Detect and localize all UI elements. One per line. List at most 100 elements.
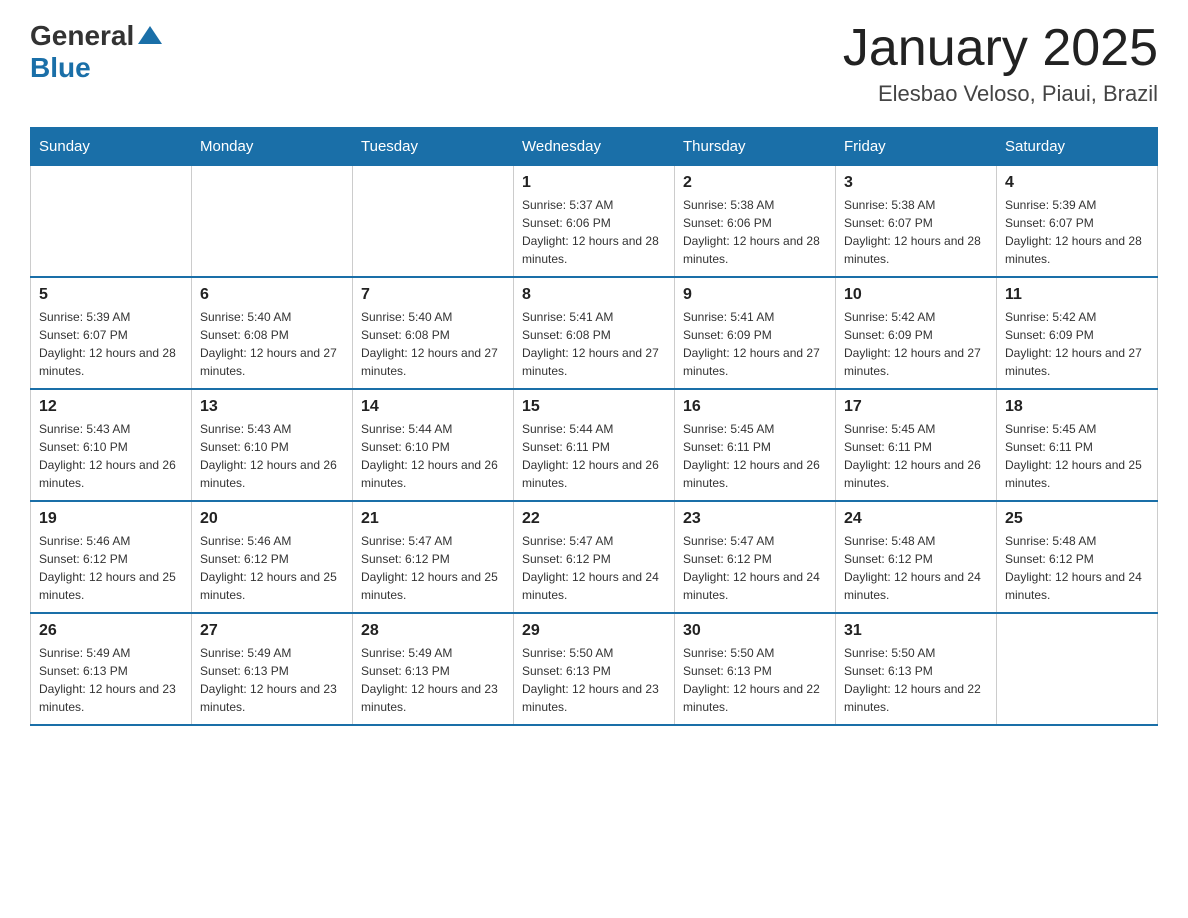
day-info: Sunrise: 5:50 AMSunset: 6:13 PMDaylight:… [522,644,666,716]
calendar-day-cell: 22 Sunrise: 5:47 AMSunset: 6:12 PMDayligh… [514,501,675,613]
calendar-day-cell: 16Sunrise: 5:45 AMSunset: 6:11 PMDayligh… [675,389,836,501]
calendar-week-row: 19 Sunrise: 5:46 AMSunset: 6:12 PMDayligh… [31,501,1158,613]
day-number: 15 [522,398,666,416]
calendar-subtitle: Elesbao Veloso, Piaui, Brazil [843,81,1158,107]
weekday-header: Saturday [997,128,1158,166]
calendar-day-cell: 12Sunrise: 5:43 AMSunset: 6:10 PMDayligh… [31,389,192,501]
day-number: 19 [39,510,183,528]
day-info: Sunrise: 5:49 AMSunset: 6:13 PMDaylight:… [39,644,183,716]
calendar-week-row: 12 Sunrise: 5:43 AMSunset: 6:10 PMDayligh… [31,389,1158,501]
calendar-day-cell: 31 Sunrise: 5:50 AMSunset: 6:13 PMDayligh… [836,613,997,725]
day-info: Sunrise: 5:42 AMSunset: 6:09 PMDaylight:… [1005,308,1149,380]
weekday-header: Thursday [675,128,836,166]
calendar-day-cell: 6Sunrise: 5:40 AMSunset: 6:08 PMDaylight… [192,277,353,389]
calendar-day-cell: 27Sunrise: 5:49 AMSunset: 6:13 PMDayligh… [192,613,353,725]
day-number: 16 [683,398,827,416]
logo-general-text: General [30,20,134,52]
day-number: 26 [39,622,183,640]
weekday-header: Monday [192,128,353,166]
calendar-day-cell: 20Sunrise: 5:46 AMSunset: 6:12 PMDayligh… [192,501,353,613]
day-number: 21 [361,510,505,528]
calendar-title: January 2025 [843,20,1158,77]
calendar-day-cell: 17Sunrise: 5:45 AMSunset: 6:11 PMDayligh… [836,389,997,501]
day-number: 29 [522,622,666,640]
weekday-header-row: SundayMondayTuesdayWednesdayThursdayFrid… [31,128,1158,166]
calendar-week-row: 1 Sunrise: 5:37 AMSunset: 6:06 PMDaylight… [31,166,1158,278]
calendar-day-cell: 7Sunrise: 5:40 AMSunset: 6:08 PMDaylight… [353,277,514,389]
day-info: Sunrise: 5:47 AMSunset: 6:12 PMDaylight:… [522,532,666,604]
weekday-header: Wednesday [514,128,675,166]
day-info: Sunrise: 5:37 AMSunset: 6:06 PMDaylight:… [522,196,666,268]
logo-triangle-icon [138,26,162,44]
day-info: Sunrise: 5:48 AMSunset: 6:12 PMDaylight:… [1005,532,1149,604]
calendar-week-row: 5 Sunrise: 5:39 AMSunset: 6:07 PMDaylight… [31,277,1158,389]
day-number: 14 [361,398,505,416]
calendar-day-cell: 18Sunrise: 5:45 AMSunset: 6:11 PMDayligh… [997,389,1158,501]
calendar-day-cell: 23Sunrise: 5:47 AMSunset: 6:12 PMDayligh… [675,501,836,613]
weekday-header: Friday [836,128,997,166]
calendar-day-cell: 21 Sunrise: 5:47 AMSunset: 6:12 PMDayligh… [353,501,514,613]
day-number: 20 [200,510,344,528]
day-number: 2 [683,174,827,192]
day-number: 13 [200,398,344,416]
calendar-day-cell: 29 Sunrise: 5:50 AMSunset: 6:13 PMDayligh… [514,613,675,725]
calendar-day-cell: 19 Sunrise: 5:46 AMSunset: 6:12 PMDayligh… [31,501,192,613]
day-info: Sunrise: 5:47 AMSunset: 6:12 PMDaylight:… [361,532,505,604]
calendar-day-cell: 15 Sunrise: 5:44 AMSunset: 6:11 PMDayligh… [514,389,675,501]
calendar-day-cell: 24 Sunrise: 5:48 AMSunset: 6:12 PMDayligh… [836,501,997,613]
day-number: 11 [1005,286,1149,304]
day-number: 31 [844,622,988,640]
calendar-day-cell: 3 Sunrise: 5:38 AMSunset: 6:07 PMDaylight… [836,166,997,278]
day-number: 24 [844,510,988,528]
day-info: Sunrise: 5:45 AMSunset: 6:11 PMDaylight:… [1005,420,1149,492]
calendar-day-cell: 13 Sunrise: 5:43 AMSunset: 6:10 PMDayligh… [192,389,353,501]
calendar-day-cell: 5 Sunrise: 5:39 AMSunset: 6:07 PMDaylight… [31,277,192,389]
day-info: Sunrise: 5:47 AMSunset: 6:12 PMDaylight:… [683,532,827,604]
calendar-day-cell [31,166,192,278]
day-info: Sunrise: 5:40 AMSunset: 6:08 PMDaylight:… [361,308,505,380]
logo-general: General [30,20,162,52]
day-number: 5 [39,286,183,304]
day-number: 22 [522,510,666,528]
title-area: January 2025 Elesbao Veloso, Piaui, Braz… [843,20,1158,107]
day-info: Sunrise: 5:38 AMSunset: 6:07 PMDaylight:… [844,196,988,268]
day-number: 10 [844,286,988,304]
day-number: 9 [683,286,827,304]
day-info: Sunrise: 5:50 AMSunset: 6:13 PMDaylight:… [844,644,988,716]
calendar-day-cell: 14 Sunrise: 5:44 AMSunset: 6:10 PMDayligh… [353,389,514,501]
day-info: Sunrise: 5:39 AMSunset: 6:07 PMDaylight:… [1005,196,1149,268]
day-info: Sunrise: 5:40 AMSunset: 6:08 PMDaylight:… [200,308,344,380]
calendar-day-cell: 1 Sunrise: 5:37 AMSunset: 6:06 PMDaylight… [514,166,675,278]
day-number: 1 [522,174,666,192]
weekday-header: Tuesday [353,128,514,166]
calendar-day-cell: 25 Sunrise: 5:48 AMSunset: 6:12 PMDayligh… [997,501,1158,613]
logo: General Blue [30,20,162,84]
calendar-table: SundayMondayTuesdayWednesdayThursdayFrid… [30,127,1158,726]
day-info: Sunrise: 5:38 AMSunset: 6:06 PMDaylight:… [683,196,827,268]
calendar-day-cell: 10Sunrise: 5:42 AMSunset: 6:09 PMDayligh… [836,277,997,389]
header-area: General Blue January 2025 Elesbao Veloso… [30,20,1158,107]
day-number: 3 [844,174,988,192]
day-info: Sunrise: 5:46 AMSunset: 6:12 PMDaylight:… [39,532,183,604]
day-info: Sunrise: 5:49 AMSunset: 6:13 PMDaylight:… [200,644,344,716]
calendar-day-cell: 4Sunrise: 5:39 AMSunset: 6:07 PMDaylight… [997,166,1158,278]
day-info: Sunrise: 5:43 AMSunset: 6:10 PMDaylight:… [200,420,344,492]
day-number: 28 [361,622,505,640]
calendar-day-cell: 11 Sunrise: 5:42 AMSunset: 6:09 PMDayligh… [997,277,1158,389]
calendar-day-cell: 2 Sunrise: 5:38 AMSunset: 6:06 PMDaylight… [675,166,836,278]
calendar-day-cell [192,166,353,278]
calendar-day-cell: 9Sunrise: 5:41 AMSunset: 6:09 PMDaylight… [675,277,836,389]
day-info: Sunrise: 5:39 AMSunset: 6:07 PMDaylight:… [39,308,183,380]
day-number: 25 [1005,510,1149,528]
day-info: Sunrise: 5:45 AMSunset: 6:11 PMDaylight:… [844,420,988,492]
day-info: Sunrise: 5:41 AMSunset: 6:08 PMDaylight:… [522,308,666,380]
day-number: 12 [39,398,183,416]
day-info: Sunrise: 5:44 AMSunset: 6:11 PMDaylight:… [522,420,666,492]
calendar-day-cell [997,613,1158,725]
calendar-day-cell [353,166,514,278]
day-info: Sunrise: 5:44 AMSunset: 6:10 PMDaylight:… [361,420,505,492]
day-number: 8 [522,286,666,304]
day-info: Sunrise: 5:49 AMSunset: 6:13 PMDaylight:… [361,644,505,716]
calendar-week-row: 26 Sunrise: 5:49 AMSunset: 6:13 PMDayligh… [31,613,1158,725]
day-info: Sunrise: 5:48 AMSunset: 6:12 PMDaylight:… [844,532,988,604]
